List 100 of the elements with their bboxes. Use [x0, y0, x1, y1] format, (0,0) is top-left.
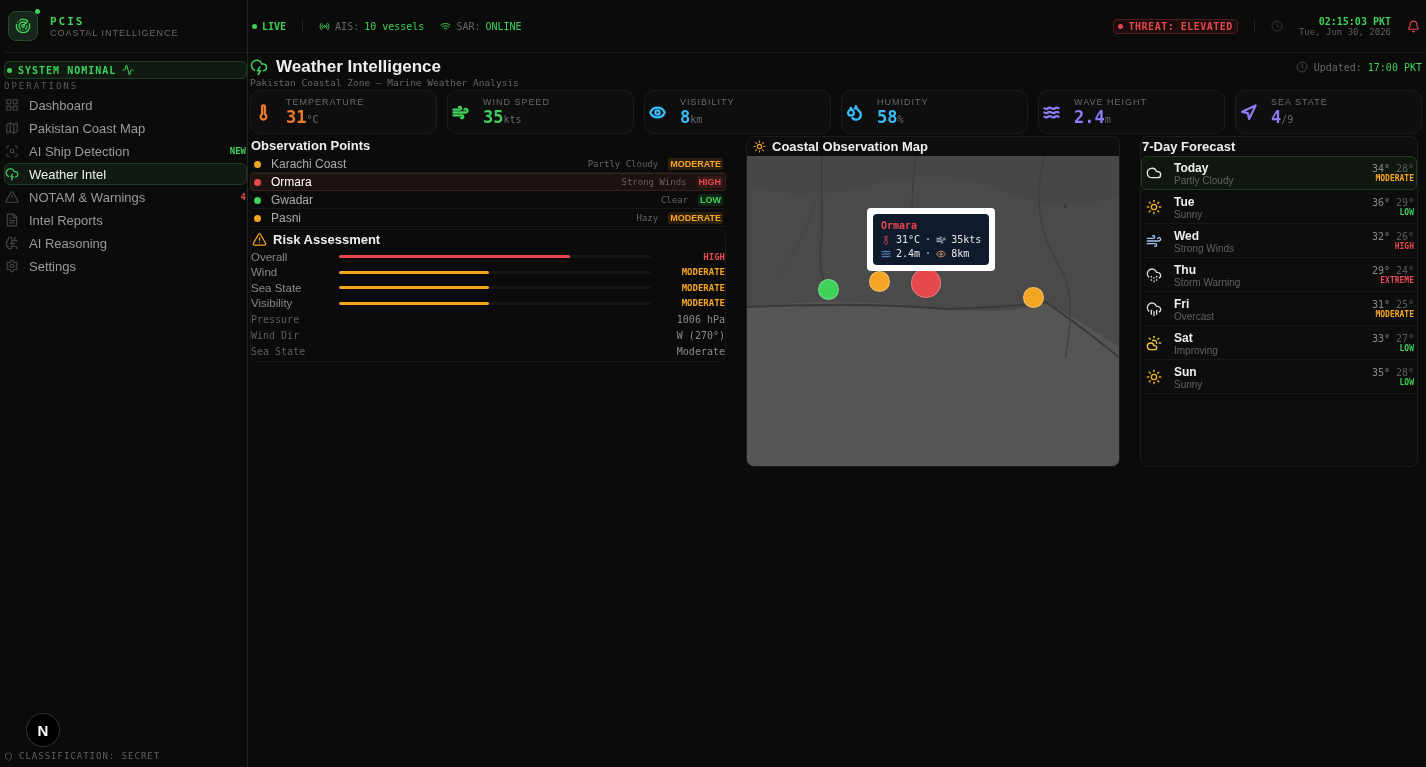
panel-title: Risk Assessment — [273, 232, 381, 247]
forecast-risk: EXTREME — [1380, 276, 1414, 285]
low-temp: 28° — [1395, 163, 1414, 174]
forecast-risk: MODERATE — [1375, 310, 1414, 319]
classification-label: CLASSIFICATION: SECRET — [19, 751, 161, 761]
forecast-day-name: Sat — [1174, 330, 1194, 345]
cloud-icon — [5, 167, 19, 181]
nav-item[interactable]: Dashboard — [4, 94, 247, 116]
risk-value: MODERATE — [680, 267, 725, 278]
grid-icon — [5, 98, 19, 112]
forecast-day[interactable]: Sat Improving 33° 27° LOW — [1141, 326, 1417, 360]
clock-icon — [1270, 20, 1283, 32]
risk-label: Wind — [251, 266, 279, 279]
nav-count-label: NEW — [229, 146, 246, 156]
risk-value: HIGH — [702, 251, 725, 262]
brain-icon — [5, 236, 19, 250]
location-name: Pasni — [271, 211, 303, 225]
detail-value: Moderate — [676, 345, 725, 357]
page-subtitle: Pakistan Coastal Zone — Marine Weather Analysis — [250, 77, 520, 88]
risk-tag: MODERATE — [668, 158, 723, 170]
nav-item[interactable]: Intel Reports — [4, 209, 247, 231]
nav-item[interactable]: Weather Intel — [4, 163, 247, 185]
panel-title: Observation Points — [250, 137, 372, 155]
nav-count-label: 4 — [240, 192, 246, 202]
low-temp: 24° — [1395, 265, 1414, 276]
live-indicator: LIVE — [252, 20, 287, 32]
risk-label: Sea State — [251, 281, 303, 294]
updated-label: Updated: — [1313, 61, 1362, 73]
scan-icon — [5, 144, 19, 158]
condition-text: Hazy — [636, 213, 659, 223]
document-icon — [5, 213, 19, 227]
high-temp: 36° — [1371, 197, 1390, 208]
risk-value: MODERATE — [680, 282, 725, 293]
stat-value: 58% — [877, 107, 905, 127]
forecast-day-name: Tue — [1174, 194, 1196, 209]
forecast-condition: Sunny — [1174, 378, 1204, 390]
ais-value: 10 vessels — [364, 20, 425, 32]
condition-text: Clear — [660, 195, 688, 205]
thermometer-icon — [881, 234, 891, 245]
forecast-day[interactable]: Fri Overcast 31° 25° MODERATE — [1141, 292, 1417, 326]
sar-value: ONLINE — [485, 20, 522, 32]
pulse-icon — [122, 64, 135, 76]
nav-item[interactable]: AI Reasoning — [4, 232, 247, 254]
page-title: Weather Intelligence — [276, 57, 441, 77]
observation-row[interactable]: Gwadar Clear LOW — [250, 191, 726, 209]
ais-label: AIS: — [335, 20, 360, 32]
low-temp: 29° — [1395, 197, 1414, 208]
panel-title: 7-Day Forecast — [1141, 138, 1237, 156]
risk-tag: LOW — [698, 194, 723, 206]
stat-label: SEA STATE — [1271, 97, 1328, 107]
risk-value: MODERATE — [680, 298, 725, 309]
wifi-icon — [440, 20, 452, 32]
stat-label: WIND SPEED — [483, 97, 550, 107]
forecast-day-name: Thu — [1174, 262, 1197, 277]
current-time: 02:15:03 PKT — [1318, 15, 1391, 27]
nav-item[interactable]: NOTAM & Warnings 4 — [4, 186, 247, 208]
high-temp: 33° — [1371, 333, 1390, 344]
forecast-day-name: Wed — [1174, 228, 1201, 243]
notification-bell-icon[interactable] — [1407, 19, 1420, 33]
separator-dot: · — [925, 234, 932, 245]
high-temp: 35° — [1371, 367, 1390, 378]
low-temp: 25° — [1395, 299, 1414, 310]
forecast-condition: Storm Warning — [1174, 276, 1242, 288]
warning-icon — [252, 232, 267, 247]
nav-item[interactable]: AI Ship Detection NEW — [4, 140, 247, 162]
detail-label: Wind Dir — [251, 329, 300, 341]
clock-icon — [1295, 61, 1308, 73]
forecast-day[interactable]: Tue Sunny 36° 29° LOW — [1141, 190, 1417, 224]
location-name: Ormara — [271, 175, 313, 189]
forecast-day-name: Sun — [1174, 364, 1198, 379]
current-date: Tue, Jun 30, 2026 — [1298, 26, 1391, 37]
risk-tag: HIGH — [696, 176, 723, 188]
forecast-day[interactable]: Sun Sunny 35° 28° LOW — [1141, 360, 1417, 394]
observation-row[interactable]: Pasni Hazy MODERATE — [250, 209, 726, 227]
brand-name: PCIS — [50, 14, 86, 28]
stat-value: 4/9 — [1271, 107, 1295, 127]
high-temp: 31° — [1371, 299, 1390, 310]
broadcast-icon — [319, 20, 331, 32]
tooltip-value: 35kts — [951, 234, 982, 245]
forecast-day-name: Today — [1174, 160, 1210, 175]
sun-icon — [1146, 199, 1162, 215]
stat-value: 31°C — [286, 107, 320, 127]
observation-row[interactable]: Ormara Strong Winds HIGH — [250, 173, 726, 191]
dev-tools-button[interactable]: N — [26, 713, 60, 747]
map-icon — [5, 121, 19, 135]
forecast-condition: Strong Winds — [1174, 242, 1236, 254]
forecast-day[interactable]: Thu Storm Warning 29° 24° EXTREME — [1141, 258, 1417, 292]
low-temp: 26° — [1395, 231, 1414, 242]
stat-value: 35kts — [483, 107, 523, 127]
threat-level-badge: THREAT: ELEVATED — [1112, 18, 1238, 34]
forecast-day[interactable]: Wed Strong Winds 32° 26° HIGH — [1141, 224, 1417, 258]
forecast-day-name: Fri — [1174, 296, 1191, 311]
forecast-day[interactable]: Today Partly Cloudy 34° 28° MODERATE — [1141, 156, 1417, 190]
eye-icon — [936, 248, 947, 259]
nav-item[interactable]: Pakistan Coast Map — [4, 117, 247, 139]
nav-item[interactable]: Settings — [4, 255, 247, 277]
storm-cloud-icon — [1146, 267, 1162, 283]
sar-label: SAR: — [456, 20, 481, 32]
system-status: SYSTEM NOMINAL — [4, 61, 247, 79]
forecast-condition: Improving — [1174, 344, 1219, 356]
